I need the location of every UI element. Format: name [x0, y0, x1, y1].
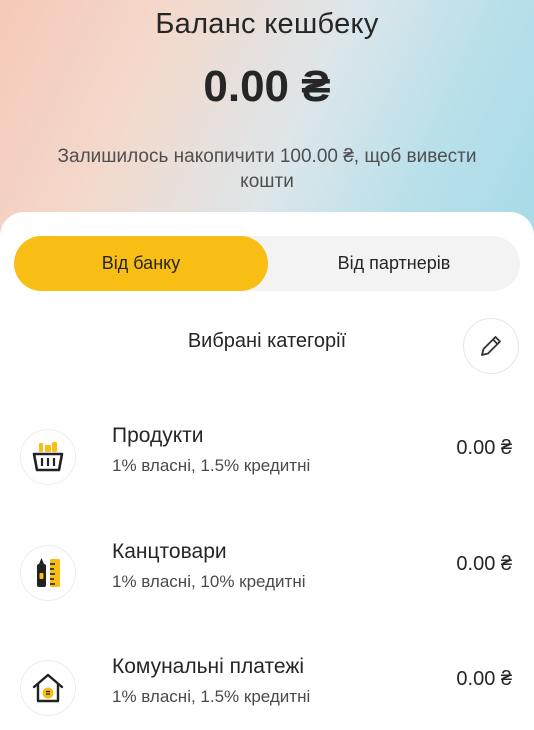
category-name: Комунальні платежі — [112, 655, 305, 678]
balance-header: Баланс кешбеку 0.00 ₴ Залишилось накопич… — [0, 0, 534, 240]
category-row[interactable]: Продукти 1% власні, 1.5% кредитні 0.00 ₴ — [0, 424, 534, 504]
category-name: Продукти — [112, 424, 204, 447]
section-title: Вибрані категорії — [187, 330, 347, 352]
withdraw-threshold-note: Залишилось накопичити 100.00 ₴, щоб виве… — [57, 146, 477, 192]
category-amount: 0.00 ₴ — [456, 553, 512, 575]
balance-title: Баланс кешбеку — [155, 8, 379, 40]
edit-categories-button[interactable] — [463, 318, 519, 374]
balance-amount: 0.00 ₴ — [203, 62, 331, 111]
category-icon-wrap — [20, 660, 76, 716]
category-name: Канцтовари — [112, 540, 227, 563]
category-rates: 1% власні, 1.5% кредитні — [112, 687, 311, 706]
grocery-basket-icon — [32, 442, 64, 472]
category-icon-wrap — [20, 545, 76, 601]
tab-from-partners[interactable]: Від партнерів — [268, 236, 520, 291]
category-rates: 1% власні, 10% кредитні — [112, 572, 306, 591]
tab-from-bank[interactable]: Від банку — [14, 236, 268, 291]
house-utilities-icon — [32, 673, 64, 703]
source-tabs: Від банку Від партнерів — [14, 236, 520, 291]
category-row[interactable]: Комунальні платежі 1% власні, 1.5% креди… — [0, 655, 534, 730]
category-row[interactable]: Канцтовари 1% власні, 10% кредитні 0.00 … — [0, 540, 534, 620]
pencil-icon — [481, 336, 501, 356]
category-amount: 0.00 ₴ — [456, 437, 512, 459]
category-rates: 1% власні, 1.5% кредитні — [112, 456, 311, 475]
category-amount: 0.00 ₴ — [456, 668, 512, 690]
stationery-icon — [37, 558, 60, 587]
category-icon-wrap — [20, 429, 76, 485]
